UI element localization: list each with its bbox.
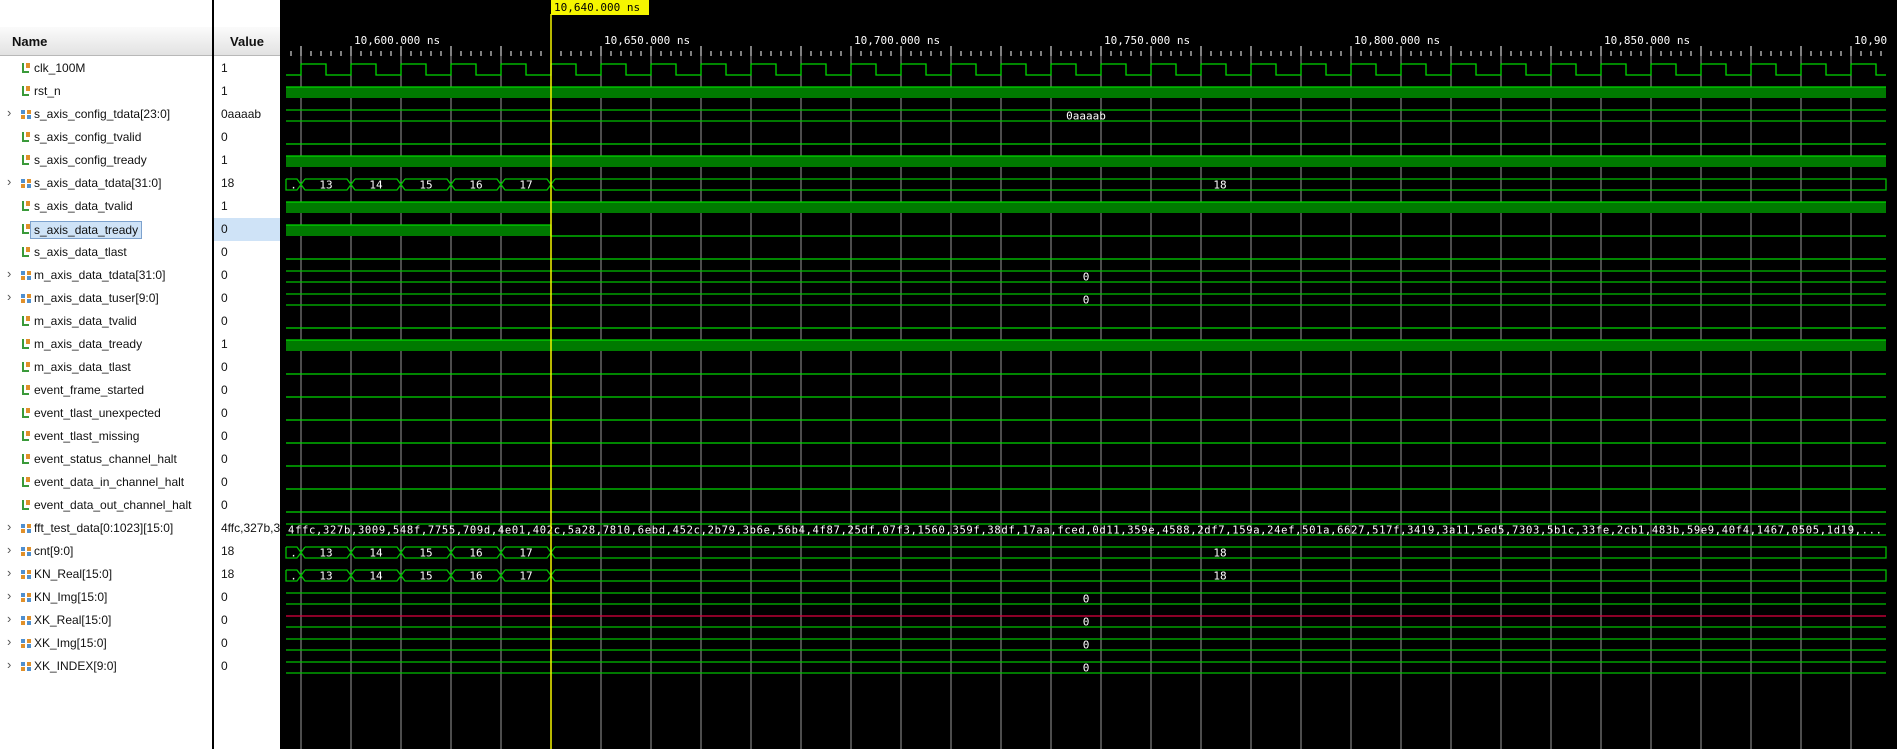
- waveform-s-axis-data-tdata310: . 13 14 15 16 17 18: [285, 178, 1887, 192]
- cursor-time-label: 10,640.000 ns: [554, 1, 640, 14]
- bus-segment-label: .: [290, 570, 297, 583]
- waveforms: 0aaaab. 13 14 15 16 17 18 0 0 4ffc,327b,3009,548f…: [285, 63, 1887, 675]
- waveform-m-axis-data-tuser90: 0: [286, 293, 1886, 307]
- waveform-rst-n: [286, 86, 1886, 98]
- high-level-fill: [286, 156, 1886, 167]
- bus-segment-label: 18: [1213, 179, 1226, 192]
- time-tick-label: 10,600.000 ns: [354, 34, 440, 47]
- waveform-KN-Real150: . 13 14 15 16 17 18: [285, 569, 1887, 583]
- waveform-area[interactable]: 10,600.000 ns 10,650.000 ns 10,700.000 ns 1…: [0, 0, 1897, 749]
- high-level-fill: [286, 340, 1886, 351]
- time-tick-label: 10,700.000 ns: [854, 34, 940, 47]
- time-tick-label: 10,850.000 ns: [1604, 34, 1690, 47]
- clock-waveform: [286, 63, 1886, 76]
- bus-segment-label: 16: [469, 179, 482, 192]
- bus-segment-label: 14: [369, 547, 383, 560]
- time-tick-label: 10,800.000 ns: [1354, 34, 1440, 47]
- bus-segment-label: 15: [419, 547, 432, 560]
- bus-value-label: 0: [1083, 616, 1090, 629]
- waveform-m-axis-data-tdata310: 0: [286, 270, 1886, 284]
- high-level-fill: [286, 87, 1886, 98]
- waveform-KN-Img150: 0: [286, 592, 1886, 606]
- bus-value-label: 0: [1083, 662, 1090, 675]
- bus-value-label: 0aaaab: [1066, 110, 1106, 123]
- bus-segment-label: 17: [519, 570, 532, 583]
- time-tick-label: 10,750.000 ns: [1104, 34, 1190, 47]
- bus-segment-label: 18: [1213, 547, 1226, 560]
- waveform-s-axis-config-tdata230: 0aaaab: [286, 109, 1886, 123]
- bus-segment-label: 15: [419, 179, 432, 192]
- waveform-fft-test-data01023150: 4ffc,327b,3009,548f,7755,709d,4e01,402c,…: [286, 523, 1886, 537]
- bus-segment-label: 13: [319, 179, 332, 192]
- time-tick-label: 10,650.000 ns: [604, 34, 690, 47]
- bus-segment-label: 14: [369, 570, 383, 583]
- waveform-s-axis-config-tready: [286, 155, 1886, 167]
- bus-value-label: 0: [1083, 593, 1090, 606]
- time-ruler: 10,600.000 ns 10,650.000 ns 10,700.000 ns 1…: [290, 34, 1887, 56]
- waveform-s-axis-data-tvalid: [286, 201, 1886, 213]
- bus-segment-label: 18: [1213, 570, 1226, 583]
- waveform-s-axis-data-tready: [286, 224, 1886, 237]
- high-level-fill: [286, 225, 551, 236]
- bus-value-label: 0: [1083, 294, 1090, 307]
- bus-segment-label: 14: [369, 179, 383, 192]
- bus-segment-label: 17: [519, 179, 532, 192]
- bus-segment-label: 16: [469, 547, 482, 560]
- bus-segment-label: 17: [519, 547, 532, 560]
- high-level-fill: [286, 202, 1886, 213]
- waveform-m-axis-data-tready: [286, 339, 1886, 351]
- waveform-clk-100M: [286, 63, 1886, 76]
- waveform-XK-Real150: 0: [286, 615, 1886, 629]
- bus-segment-label: 13: [319, 570, 332, 583]
- bus-segment-label: 16: [469, 570, 482, 583]
- bus-segment-label: .: [290, 547, 297, 560]
- bus-value-label: 0: [1083, 639, 1090, 652]
- bus-value-label: 4ffc,327b,3009,548f,7755,709d,4e01,402c,…: [288, 525, 1882, 537]
- bus-segment-label: 13: [319, 547, 332, 560]
- waveform-cnt90: . 13 14 15 16 17 18: [285, 546, 1887, 560]
- bus-value-label: 0: [1083, 271, 1090, 284]
- waveform-XK-INDEX90: 0: [286, 661, 1886, 675]
- bus-segment-label: 15: [419, 570, 432, 583]
- bus-segment-label: .: [290, 179, 297, 192]
- waveform-XK-Img150: 0: [286, 638, 1886, 652]
- time-tick-label: 10,90: [1854, 34, 1887, 47]
